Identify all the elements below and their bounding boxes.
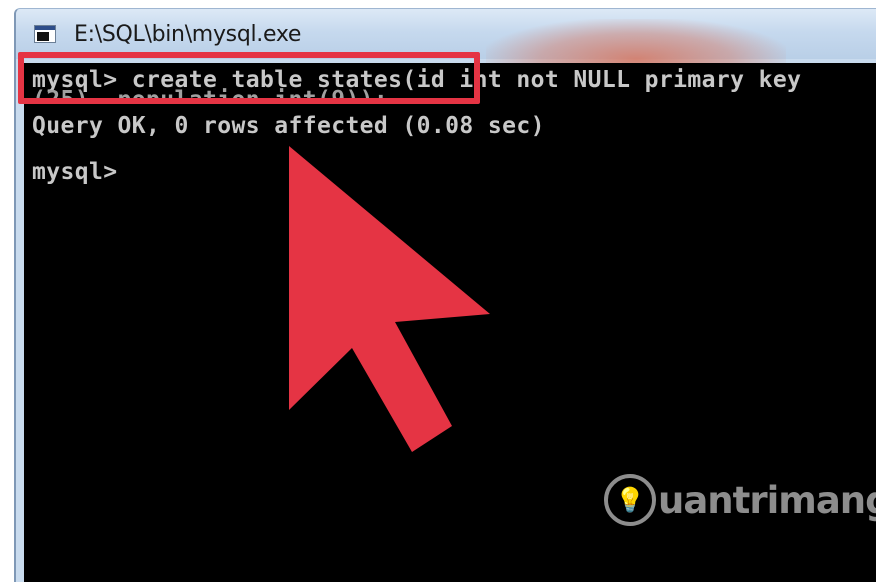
highlight-box xyxy=(18,52,480,104)
console-window-icon xyxy=(34,25,56,43)
lightbulb-icon: 💡 xyxy=(604,474,656,526)
console-line-result: Query OK, 0 rows affected (0.08 sec) xyxy=(32,113,545,139)
window-title: E:\SQL\bin\mysql.exe xyxy=(74,22,302,47)
watermark-text: uantrimang xyxy=(658,478,876,522)
watermark: 💡 uantrimang xyxy=(604,472,876,528)
console-line-prompt: mysql> xyxy=(32,159,118,185)
